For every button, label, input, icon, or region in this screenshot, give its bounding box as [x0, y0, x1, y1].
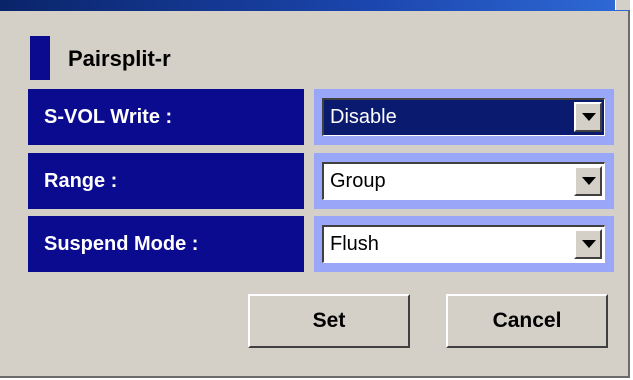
close-button[interactable] — [615, 0, 630, 10]
svol-write-field-frame: Disable — [314, 89, 614, 145]
suspend-mode-value: Flush — [330, 233, 379, 255]
suspend-mode-row: Suspend Mode : Flush — [28, 216, 614, 272]
range-field-frame: Group — [314, 153, 614, 209]
cancel-button[interactable]: Cancel — [446, 294, 608, 348]
window-titlebar — [0, 0, 630, 11]
suspend-mode-label: Suspend Mode : — [28, 216, 304, 272]
svol-write-select[interactable]: Disable — [322, 98, 605, 136]
section-marker-icon — [30, 36, 50, 80]
suspend-mode-field-frame: Flush — [314, 216, 614, 272]
svol-write-row: S-VOL Write : Disable — [28, 89, 614, 145]
chevron-down-icon[interactable] — [574, 166, 602, 196]
section-title: Pairsplit-r — [68, 46, 171, 71]
range-row: Range : Group — [28, 153, 614, 209]
chevron-down-icon[interactable] — [574, 102, 602, 132]
range-value: Group — [330, 170, 386, 192]
svol-write-label: S-VOL Write : — [28, 89, 304, 145]
range-select[interactable]: Group — [322, 162, 605, 200]
pairsplit-dialog: Pairsplit-r S-VOL Write : Disable Range … — [0, 0, 630, 378]
range-label: Range : — [28, 153, 304, 209]
suspend-mode-select[interactable]: Flush — [322, 225, 605, 263]
chevron-down-icon[interactable] — [574, 229, 602, 259]
svol-write-value: Disable — [330, 106, 397, 128]
set-button[interactable]: Set — [248, 294, 410, 348]
